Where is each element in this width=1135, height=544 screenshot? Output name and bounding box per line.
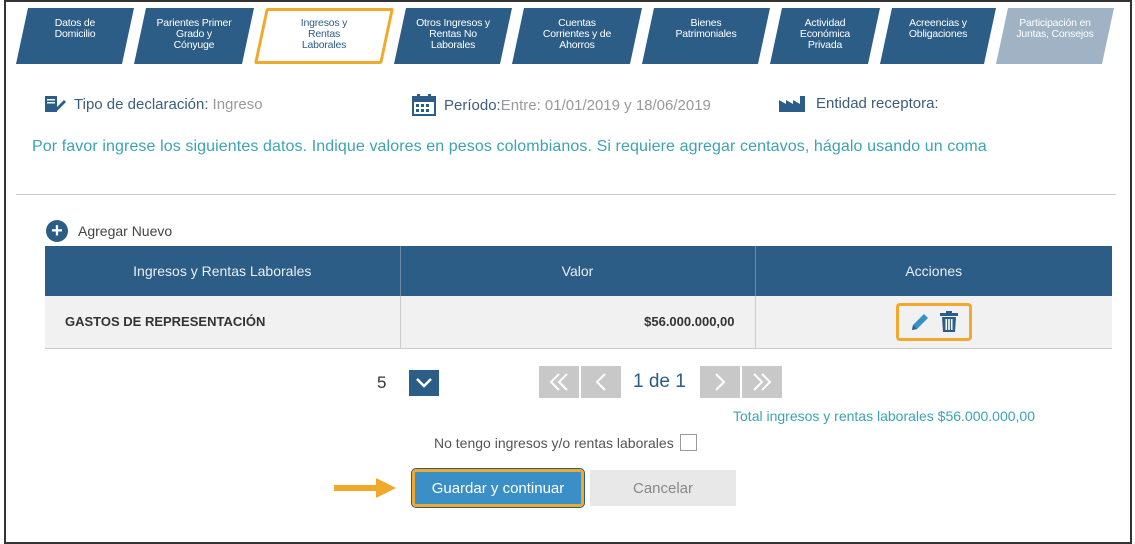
actions-cell — [755, 296, 1112, 349]
pencil-icon[interactable] — [909, 311, 931, 333]
tab-label: Parientes Primer Grado y Cónyuge — [156, 17, 232, 51]
periodo: Período: Entre: 01/01/2019 y 18/06/2019 — [412, 94, 711, 116]
concepto-cell: GASTOS DE REPRESENTACIÓN — [45, 296, 401, 349]
factory-icon — [779, 96, 805, 112]
tab-label: Actividad Económica Privada — [799, 17, 851, 51]
instructions: Por favor ingrese los siguientes datos. … — [32, 138, 987, 155]
double-right-icon[interactable] — [741, 366, 782, 398]
tipo-label: Tipo de declaración: — [74, 95, 209, 113]
arrow-icon — [334, 478, 396, 498]
trash-icon[interactable] — [939, 310, 959, 333]
row-actions — [895, 302, 972, 341]
left-icon[interactable] — [581, 366, 621, 398]
chevron-down-icon[interactable] — [409, 370, 439, 396]
tab-label: Otros Ingresos y Rentas No Laborales — [416, 17, 490, 51]
tab-parientes[interactable]: Parientes Primer Grado y Cónyuge — [134, 8, 254, 64]
no-income-option: No tengo ingresos y/o rentas laborales — [434, 434, 697, 451]
tipo-declaracion: Tipo de declaración: Ingreso — [44, 94, 263, 114]
declaration-form: Datos de Domicilio Parientes Primer Grad… — [4, 0, 1132, 544]
tab-acreencias[interactable]: Acreencias y Obligaciones — [880, 8, 996, 64]
calendar-icon — [412, 94, 436, 116]
total-income: Total ingresos y rentas laborales $56.00… — [733, 408, 1035, 424]
page-indicator: 1 de 1 — [633, 371, 686, 392]
tab-label: Participación en Juntas, Consejos — [1016, 17, 1094, 40]
no-income-checkbox[interactable] — [679, 434, 697, 451]
tab-actividad[interactable]: Actividad Económica Privada — [770, 8, 880, 64]
tab-label: Acreencias y Obligaciones — [908, 17, 968, 40]
valor-cell: $56.000.000,00 — [400, 296, 756, 349]
page-size-value: 5 — [365, 369, 409, 397]
table-row: GASTOS DE REPRESENTACIÓN $56.000.000,00 — [45, 296, 1112, 349]
pagination: 1 de 1 — [539, 366, 784, 398]
plus-icon: + — [46, 220, 68, 242]
entidad-label: Entidad receptora: — [816, 94, 939, 112]
entidad-receptora: Entidad receptora: — [778, 94, 943, 112]
column-header: Valor — [400, 246, 756, 296]
tab-label: Bienes Patrimoniales — [675, 17, 737, 40]
signature-icon — [45, 96, 66, 112]
section-tabs: Datos de Domicilio Parientes Primer Grad… — [16, 8, 1114, 64]
tab-label: Datos de Domicilio — [54, 17, 96, 40]
periodo-value: Entre: 01/01/2019 y 18/06/2019 — [500, 96, 711, 114]
tab-label: Cuentas Corrientes y de Ahorros — [542, 17, 612, 51]
right-icon[interactable] — [699, 366, 740, 398]
cancel-button[interactable]: Cancelar — [590, 470, 736, 506]
tab-bienes[interactable]: Bienes Patrimoniales — [642, 8, 770, 64]
tab-cuentas[interactable]: Cuentas Corrientes y de Ahorros — [512, 8, 642, 64]
column-header: Ingresos y Rentas Laborales — [45, 246, 401, 296]
tab-participacion[interactable]: Participación en Juntas, Consejos — [996, 8, 1114, 64]
divider — [16, 194, 1116, 195]
tipo-value: Ingreso — [212, 95, 263, 113]
add-new-button[interactable]: + Agregar Nuevo — [46, 220, 172, 242]
no-income-label: No tengo ingresos y/o rentas laborales — [434, 434, 674, 451]
column-header: Acciones — [755, 246, 1112, 296]
add-new-label: Agregar Nuevo — [78, 223, 173, 239]
page-size-select[interactable]: 5 — [365, 369, 439, 397]
double-left-icon[interactable] — [539, 366, 579, 398]
income-table: Ingresos y Rentas Laborales Valor Accion… — [45, 246, 1112, 349]
save-continue-button[interactable]: Guardar y continuar — [411, 468, 585, 508]
tab-ingresos-laborales[interactable]: Ingresos y Rentas Laborales — [254, 8, 394, 64]
tab-datos-domicilio[interactable]: Datos de Domicilio — [16, 8, 134, 64]
periodo-label: Período: — [444, 96, 501, 114]
tab-label: Ingresos y Rentas Laborales — [300, 17, 348, 51]
tab-otros-ingresos[interactable]: Otros Ingresos y Rentas No Laborales — [394, 8, 512, 64]
